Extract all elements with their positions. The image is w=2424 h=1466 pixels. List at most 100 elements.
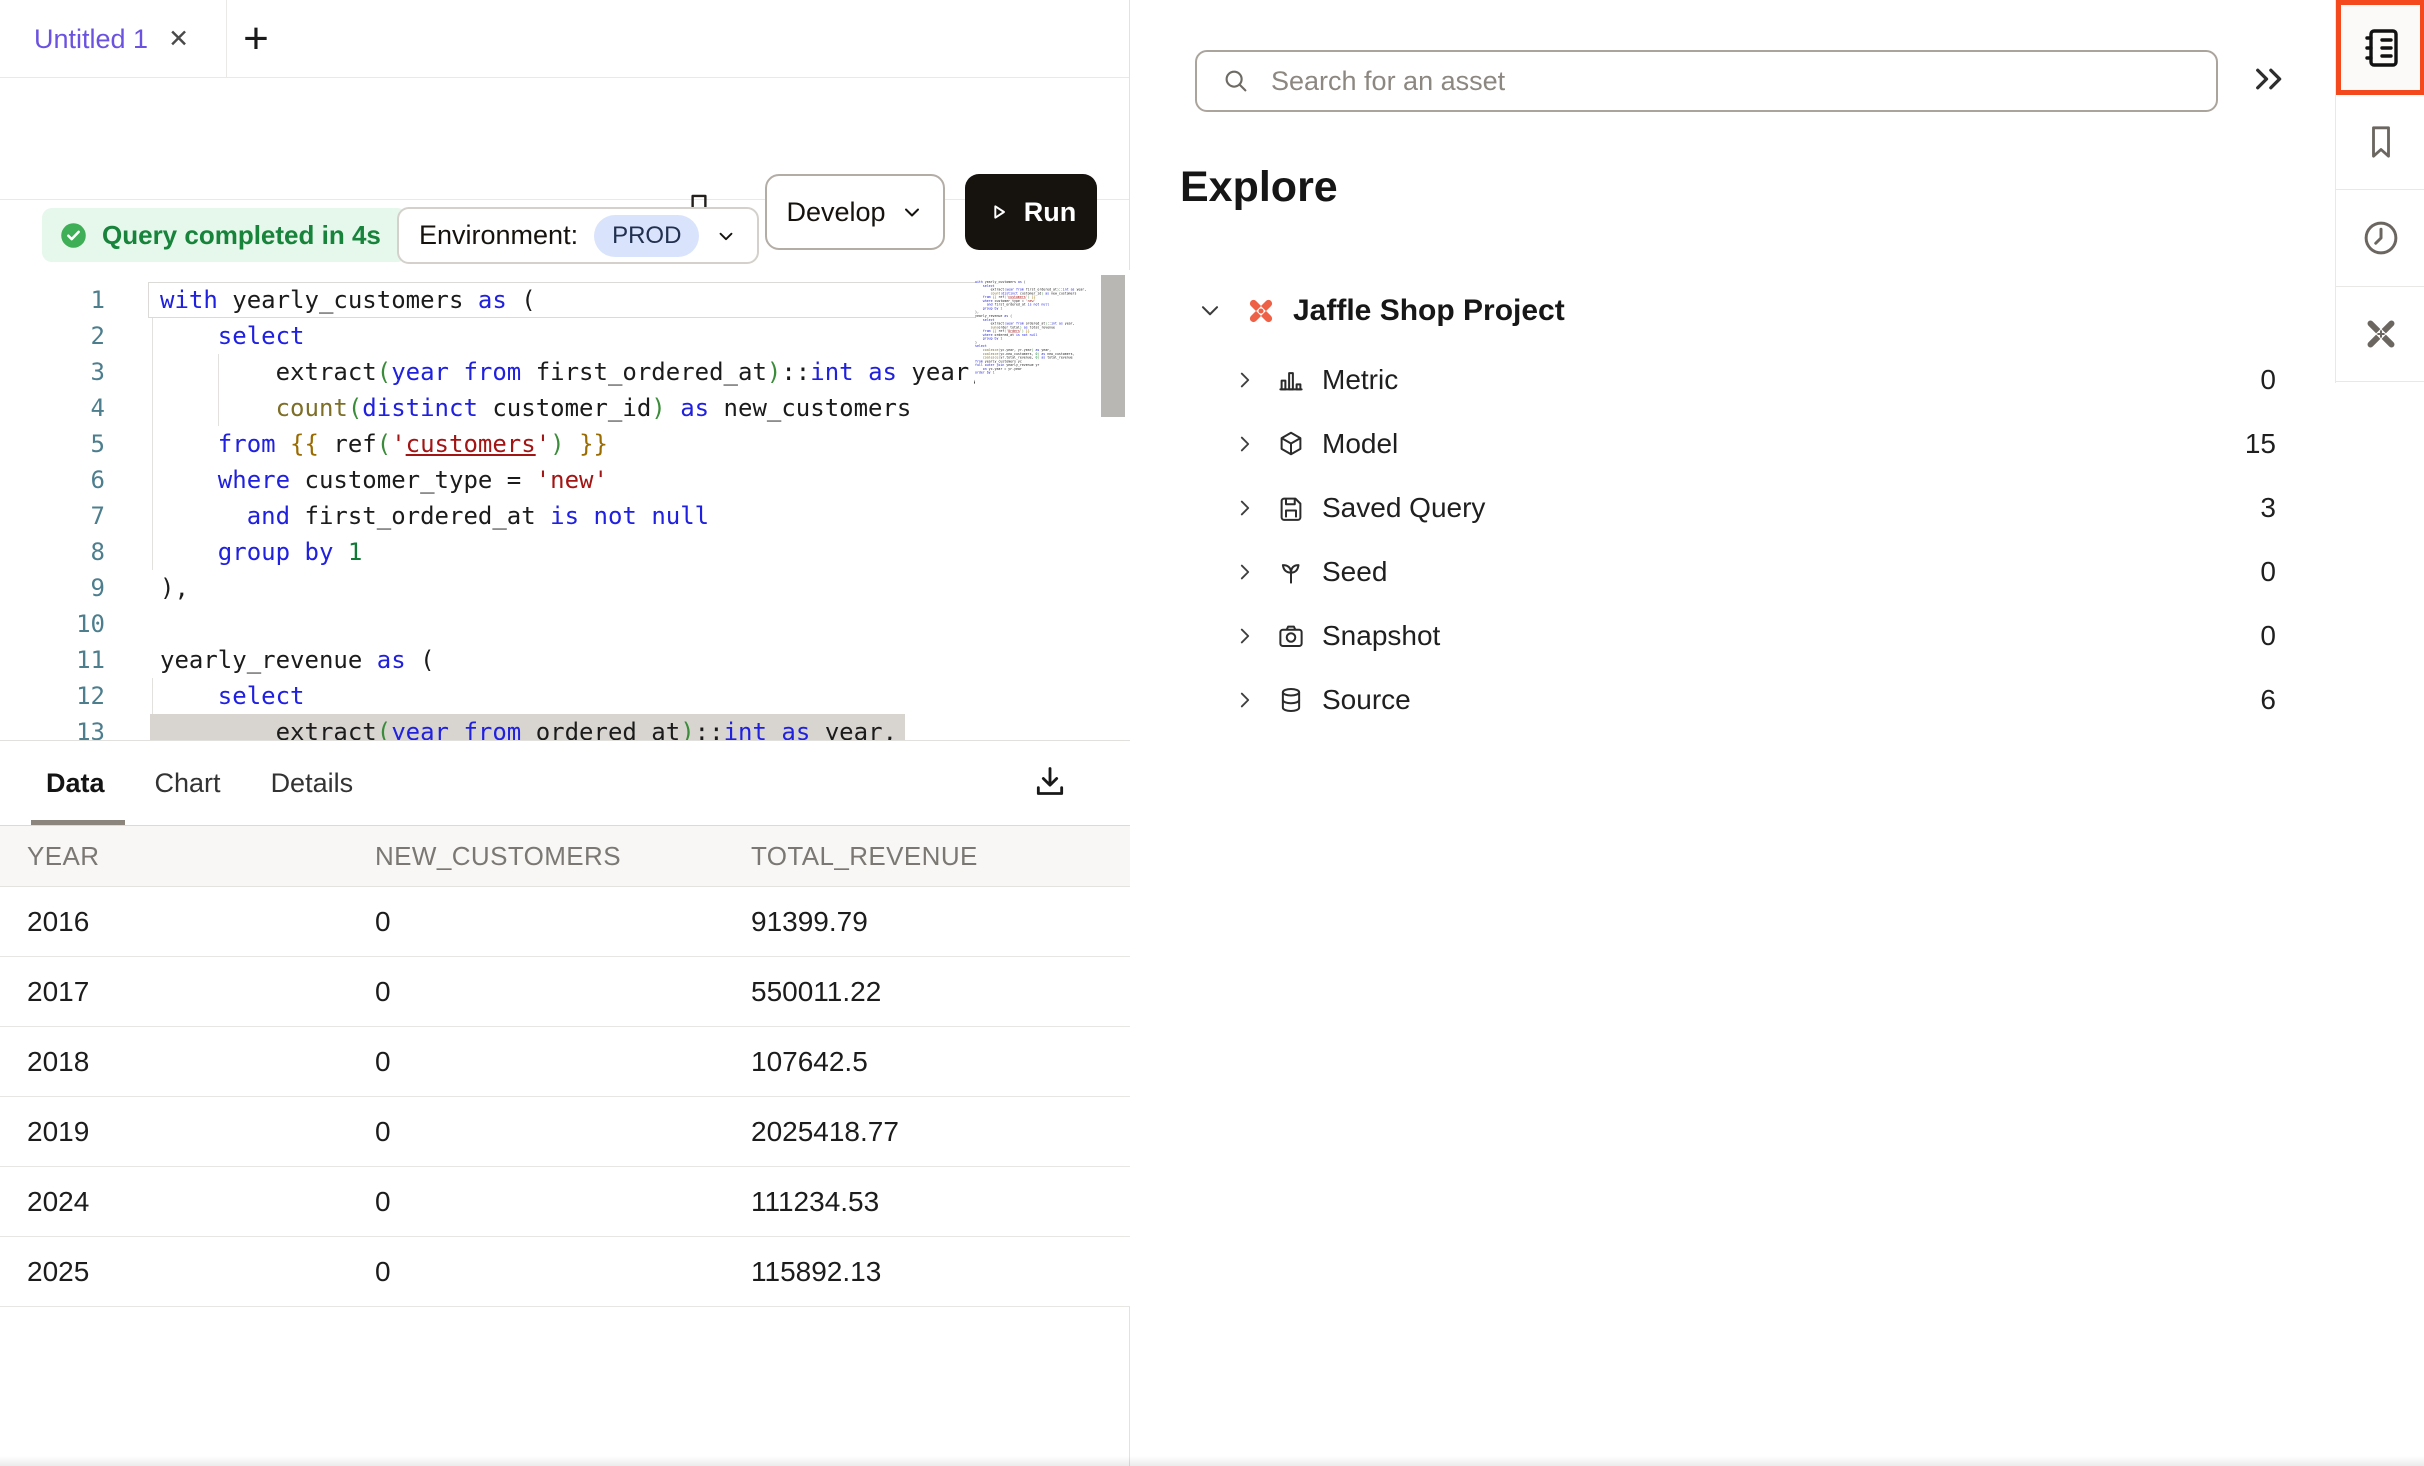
line-number: 4	[0, 390, 105, 426]
code-line[interactable]: 5 from {{ ref('customers') }}	[0, 426, 1130, 462]
rail-item-history[interactable]	[2336, 190, 2424, 287]
model-cube-icon	[1276, 429, 1306, 459]
source-database-icon	[1276, 685, 1306, 715]
table-cell: 0	[375, 1046, 751, 1078]
tree-item-saved-query[interactable]: Saved Query 3	[1131, 476, 2334, 540]
close-tab-icon[interactable]: ✕	[168, 27, 189, 52]
project-tree-root[interactable]: Jaffle Shop Project	[1131, 282, 2334, 340]
line-number: 7	[0, 498, 105, 534]
tree-item-count: 6	[2260, 684, 2276, 716]
table-cell: 2018	[0, 1046, 375, 1078]
table-cell: 2025418.77	[751, 1116, 1130, 1148]
code-line[interactable]: 8 group by 1	[0, 534, 1130, 570]
editor-scrollbar-thumb[interactable]	[1101, 275, 1125, 417]
table-row[interactable]: 20180107642.5	[0, 1027, 1130, 1097]
query-status-badge: Query completed in 4s	[42, 208, 407, 262]
tree-item-label: Model	[1322, 428, 1398, 460]
chevron-right-icon	[1234, 561, 1256, 583]
sql-code-editor[interactable]: 1with yearly_customers as (2 select3 ext…	[0, 270, 1130, 740]
line-number: 6	[0, 462, 105, 498]
chevron-right-icon	[1234, 625, 1256, 647]
table-row[interactable]: 20250115892.13	[0, 1237, 1130, 1307]
tree-item-label: Snapshot	[1322, 620, 1440, 652]
clock-icon	[2360, 217, 2402, 259]
table-row[interactable]: 20240111234.53	[0, 1167, 1130, 1237]
results-panel: Data Chart Details YEAR NEW_CUSTOMERS TO…	[0, 740, 1130, 1307]
tree-item-count: 3	[2260, 492, 2276, 524]
editor-minimap[interactable]: with yearly_customers as ( select extrac…	[975, 280, 1103, 730]
results-table-header: YEAR NEW_CUSTOMERS TOTAL_REVENUE	[0, 825, 1130, 887]
table-row[interactable]: 20170550011.22	[0, 957, 1130, 1027]
code-line[interactable]: 3 extract(year from first_ordered_at)::i…	[0, 354, 1130, 390]
code-line[interactable]: 11yearly_revenue as (	[0, 642, 1130, 678]
column-header-new-customers[interactable]: NEW_CUSTOMERS	[375, 841, 751, 872]
table-row[interactable]: 201902025418.77	[0, 1097, 1130, 1167]
tree-item-label: Source	[1322, 684, 1411, 716]
chevron-down-icon	[1197, 298, 1223, 324]
code-line[interactable]: 10	[0, 606, 1130, 642]
collapse-panel-button[interactable]	[2249, 58, 2291, 100]
query-status-text: Query completed in 4s	[102, 220, 381, 251]
code-line[interactable]: 13 extract(year from ordered_at)::int as…	[0, 714, 1130, 740]
tree-item-source[interactable]: Source 6	[1131, 668, 2334, 732]
table-row[interactable]: 2016091399.79	[0, 887, 1130, 957]
code-line[interactable]: 7 and first_ordered_at is not null	[0, 498, 1130, 534]
tab-data[interactable]: Data	[46, 768, 105, 799]
bookmark-icon	[2361, 122, 2401, 162]
asset-search-bar	[1195, 50, 2218, 112]
environment-value-badge: PROD	[594, 215, 699, 257]
line-number: 3	[0, 354, 105, 390]
tree-item-metric[interactable]: Metric 0	[1131, 348, 2334, 412]
download-results-button[interactable]	[1030, 761, 1070, 801]
tab-untitled-1[interactable]: Untitled 1 ✕	[0, 0, 227, 78]
table-cell: 2019	[0, 1116, 375, 1148]
table-cell: 111234.53	[751, 1186, 1130, 1218]
editor-toolbar: Develop Run	[0, 78, 1129, 200]
tree-item-snapshot[interactable]: Snapshot 0	[1131, 604, 2334, 668]
code-line[interactable]: 1with yearly_customers as (	[0, 282, 1130, 318]
chevron-right-icon	[1234, 433, 1256, 455]
project-name: Jaffle Shop Project	[1293, 294, 1565, 328]
tree-item-model[interactable]: Model 15	[1131, 412, 2334, 476]
rail-item-explore-active[interactable]	[2336, 0, 2424, 95]
saved-query-icon	[1276, 493, 1306, 523]
code-line[interactable]: 12 select	[0, 678, 1130, 714]
environment-selector[interactable]: Environment: PROD	[397, 207, 759, 264]
asset-type-list: Metric 0 Model 15 Saved Query 3 Seed 0 S…	[1131, 348, 2334, 732]
check-circle-icon	[58, 220, 89, 251]
tree-item-count: 0	[2260, 364, 2276, 396]
active-tab-indicator	[31, 820, 125, 825]
rail-item-ai-assistant[interactable]	[2336, 287, 2424, 382]
code-line[interactable]: 9),	[0, 570, 1130, 606]
code-line[interactable]: 4 count(distinct customer_id) as new_cus…	[0, 390, 1130, 426]
metric-chart-icon	[1276, 365, 1306, 395]
line-number: 5	[0, 426, 105, 462]
minimap-code: with yearly_customers as ( select extrac…	[975, 280, 1103, 375]
new-tab-button[interactable]: +	[232, 14, 280, 64]
table-cell: 107642.5	[751, 1046, 1130, 1078]
table-cell: 115892.13	[751, 1256, 1130, 1288]
snapshot-camera-icon	[1276, 621, 1306, 651]
tree-item-seed[interactable]: Seed 0	[1131, 540, 2334, 604]
tab-label: Untitled 1	[34, 24, 148, 55]
table-cell: 91399.79	[751, 906, 1130, 938]
seed-sprout-icon	[1276, 557, 1306, 587]
tab-chart[interactable]: Chart	[155, 768, 221, 799]
line-number: 8	[0, 534, 105, 570]
code-line[interactable]: 6 where customer_type = 'new'	[0, 462, 1130, 498]
asset-search-input[interactable]	[1269, 65, 2196, 98]
column-header-total-revenue[interactable]: TOTAL_REVENUE	[751, 841, 1130, 872]
rail-item-bookmarks[interactable]	[2336, 95, 2424, 190]
table-cell: 550011.22	[751, 976, 1130, 1008]
column-header-year[interactable]: YEAR	[0, 841, 375, 872]
explore-panel: Explore Jaffle Shop Project Metric 0 Mod…	[1131, 0, 2334, 1466]
code-line[interactable]: 2 select	[0, 318, 1130, 354]
line-number: 2	[0, 318, 105, 354]
code-lines: 1with yearly_customers as (2 select3 ext…	[0, 282, 1130, 740]
tab-details[interactable]: Details	[271, 768, 354, 799]
tree-item-label: Metric	[1322, 364, 1398, 396]
chevron-right-icon	[1234, 497, 1256, 519]
explore-heading: Explore	[1180, 163, 1338, 212]
tree-item-count: 0	[2260, 556, 2276, 588]
query-status-row: Query completed in 4s Environment: PROD	[0, 200, 1129, 270]
